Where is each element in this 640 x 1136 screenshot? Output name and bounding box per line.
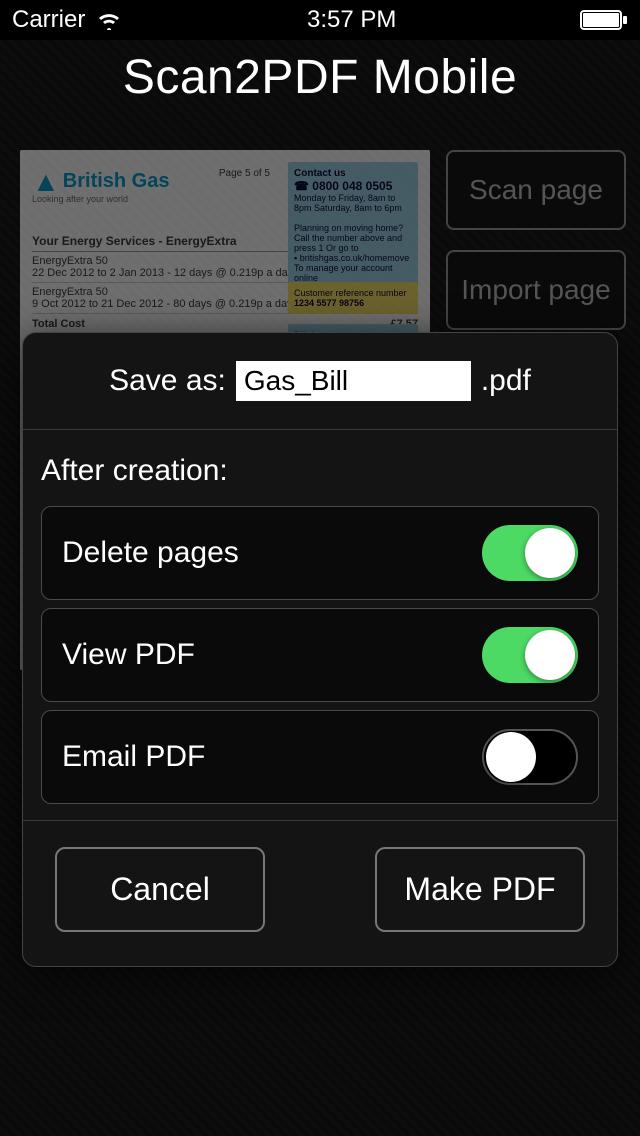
doc-page-label: Page 5 of 5 [219, 168, 270, 179]
app-title: Scan2PDF Mobile [0, 40, 640, 130]
view-pdf-toggle[interactable] [482, 627, 578, 683]
doc-contact-box: Contact us ☎ 0800 048 0505 Monday to Fri… [288, 162, 418, 289]
delete-pages-label: Delete pages [62, 536, 239, 570]
import-page-button[interactable]: Import page [446, 250, 626, 330]
toggle-row-email-pdf: Email PDF [41, 710, 599, 804]
save-as-label: Save as: [109, 364, 226, 398]
doc-brand: British Gas [63, 170, 170, 192]
after-creation-label: After creation: [23, 430, 617, 498]
toggle-row-delete-pages: Delete pages [41, 506, 599, 600]
scan-page-button[interactable]: Scan page [446, 150, 626, 230]
file-extension: .pdf [481, 364, 531, 398]
cancel-button[interactable]: Cancel [55, 847, 265, 932]
save-pdf-dialog: Save as: .pdf After creation: Delete pag… [22, 332, 618, 967]
delete-pages-toggle[interactable] [482, 525, 578, 581]
filename-input[interactable] [236, 361, 471, 401]
status-bar: Carrier 3:57 PM [0, 0, 640, 40]
toggle-row-view-pdf: View PDF [41, 608, 599, 702]
clock: 3:57 PM [307, 6, 396, 34]
carrier-label: Carrier [12, 6, 85, 34]
battery-icon [580, 10, 628, 30]
email-pdf-label: Email PDF [62, 740, 205, 774]
email-pdf-toggle[interactable] [482, 729, 578, 785]
view-pdf-label: View PDF [62, 638, 195, 672]
wifi-icon [95, 10, 123, 30]
doc-custref-box: Customer reference number 1234 5577 9875… [288, 282, 418, 314]
make-pdf-button[interactable]: Make PDF [375, 847, 585, 932]
